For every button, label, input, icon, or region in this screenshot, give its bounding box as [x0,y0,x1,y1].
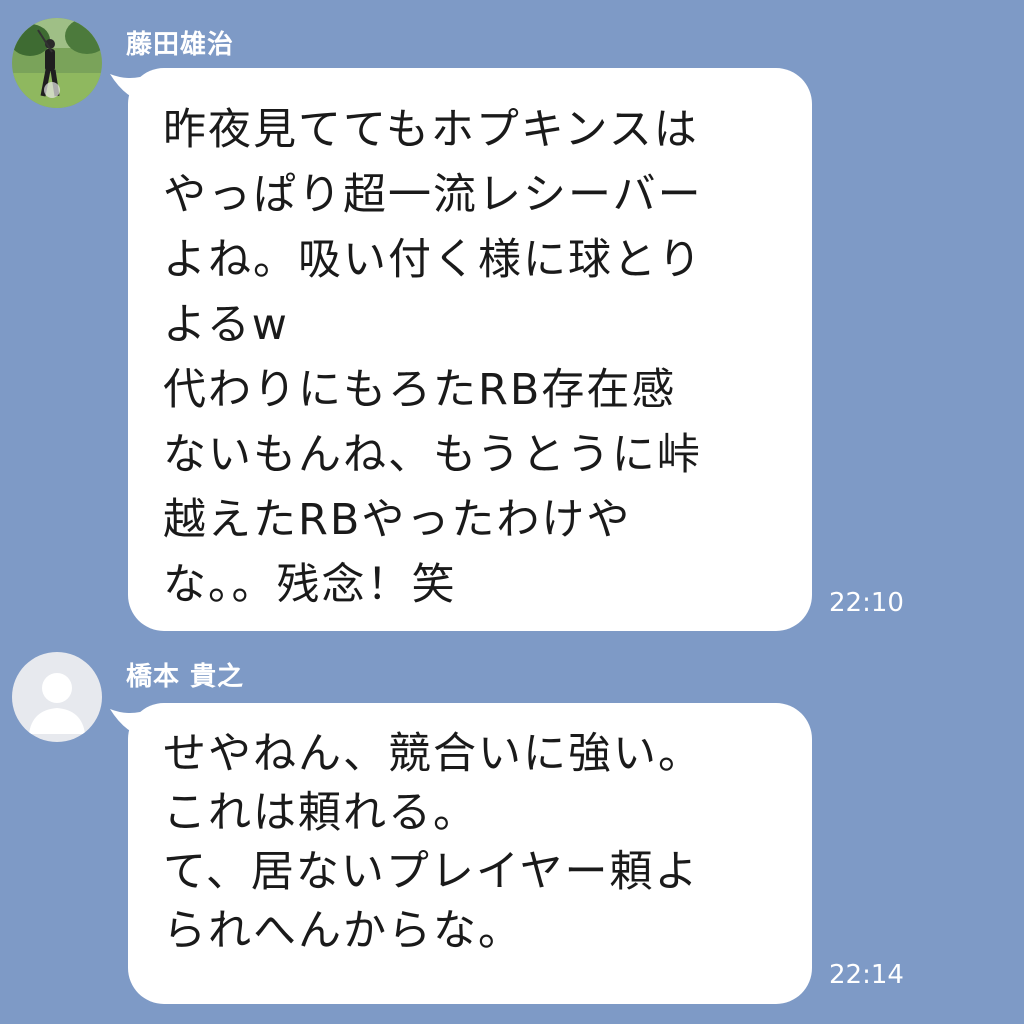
golfer-photo-avatar-icon [12,18,102,108]
sender-name: 藤田雄治 [126,30,235,60]
bubble-tail [110,709,150,739]
message-text: せやねん、競合いに強い。 これは頼れる。 て、居ないプレイヤー頼よ られへんから… [163,729,703,956]
message-text: 昨夜見ててもホプキンスは やっぱり超一流レシーバー よね。吸い付く様に球とり よ… [163,105,703,610]
default-user-avatar-icon [12,652,102,742]
message-timestamp: 22:10 [829,588,904,618]
sender-avatar-fujita[interactable] [12,18,102,108]
sender-name: 橋本 貴之 [126,662,245,692]
message-bubble[interactable]: せやねん、競合いに強い。 これは頼れる。 て、居ないプレイヤー頼よ られへんから… [110,703,812,1004]
sender-avatar-hashimoto[interactable] [12,652,102,742]
message-timestamp: 22:14 [829,960,904,990]
bubble-tail [110,74,150,104]
message-bubble[interactable]: 昨夜見ててもホプキンスは やっぱり超一流レシーバー よね。吸い付く様に球とり よ… [110,68,812,631]
chat-history[interactable]: 藤田雄治 昨夜見ててもホプキンスは やっぱり超一流レシーバー よね。吸い付く様に… [0,0,1024,1024]
